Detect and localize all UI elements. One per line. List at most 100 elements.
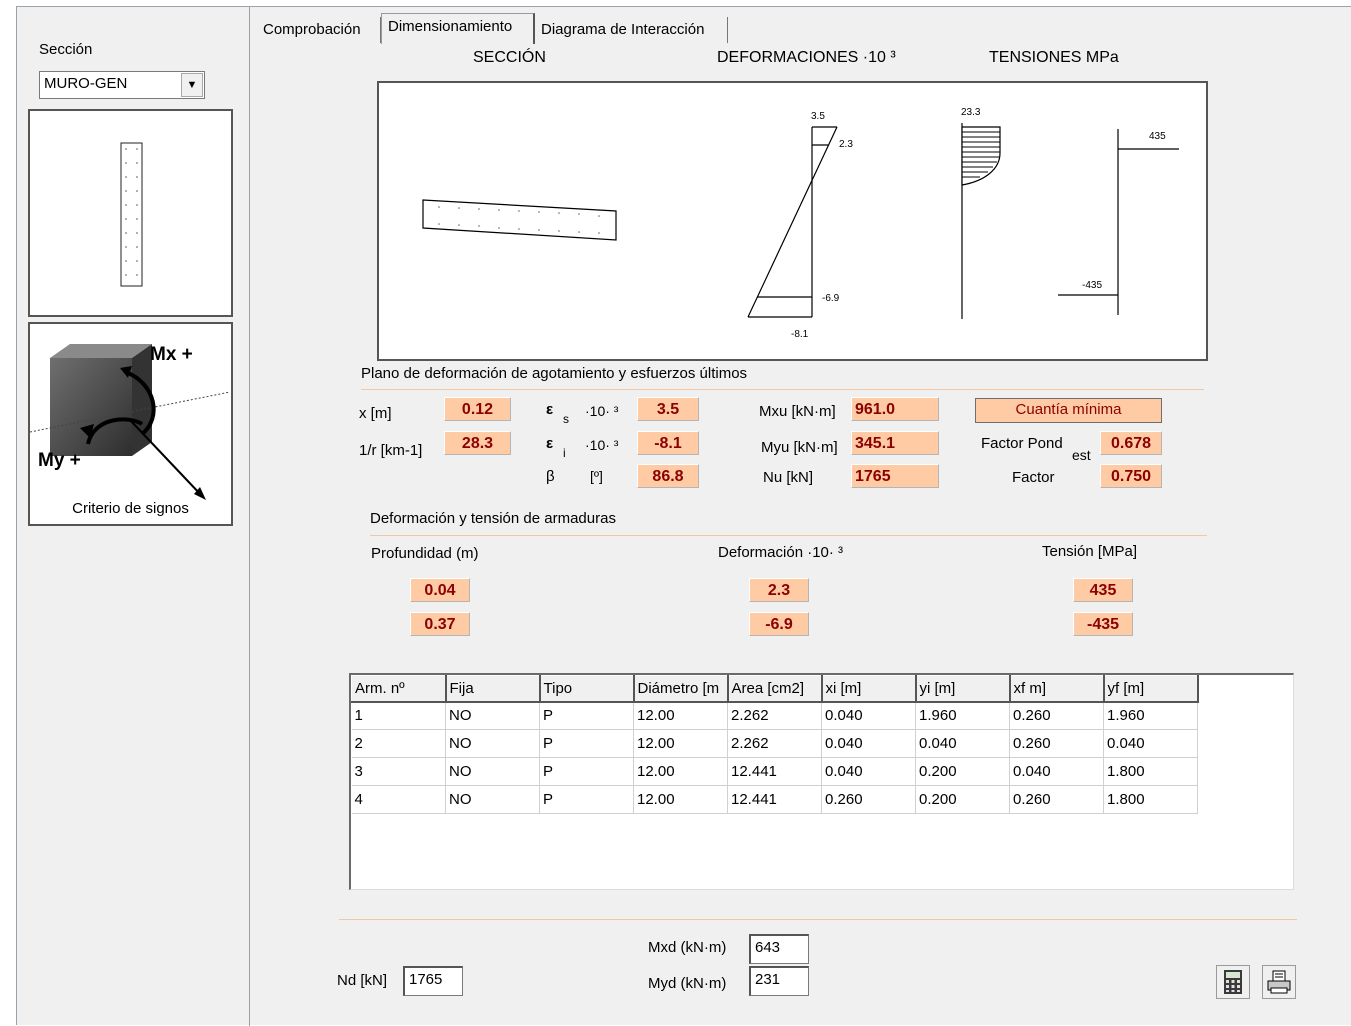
curvature-label: 1/r [km-1] xyxy=(359,442,423,459)
strains-header: DEFORMACIONES ·10 ³ xyxy=(717,49,896,66)
table-cell[interactable]: 12.00 xyxy=(633,757,728,786)
main-window: Sección MURO-GEN ▼ Mx + My + Criterio de… xyxy=(16,6,1351,1026)
table-row[interactable]: 2 NO P 12.00 2.262 0.040 0.040 0.260 0.0… xyxy=(351,729,1198,758)
sign-criteria-caption: Criterio de signos xyxy=(72,500,189,517)
tab-dimensionamiento[interactable]: Dimensionamiento xyxy=(381,13,535,44)
column-header[interactable]: yf [m] xyxy=(1103,675,1199,703)
table-row[interactable]: 3 NO P 12.00 12.441 0.040 0.200 0.040 1.… xyxy=(351,757,1198,786)
steel-stress-neg-label: -435 xyxy=(1082,280,1102,291)
table-cell[interactable]: 2.262 xyxy=(727,701,822,730)
strain-bar-top-label: 2.3 xyxy=(839,139,853,150)
table-cell[interactable]: 0.260 xyxy=(1009,729,1104,758)
nd-input[interactable]: 1765 xyxy=(403,966,463,996)
mx-axis-label: Mx + xyxy=(150,344,193,365)
myd-input[interactable]: 231 xyxy=(749,966,809,996)
eps-s-unit: ·10· ³ xyxy=(585,403,619,419)
table-cell[interactable]: P xyxy=(539,757,634,786)
column-header[interactable]: Diámetro [m xyxy=(633,675,729,703)
table-cell[interactable]: 0.200 xyxy=(915,785,1010,814)
table-cell[interactable]: 0.040 xyxy=(915,729,1010,758)
column-header[interactable]: Area [cm2] xyxy=(727,675,823,703)
column-header[interactable]: xf m] xyxy=(1009,675,1105,703)
eps-i-value: -8.1 xyxy=(637,431,699,455)
mxd-label: Mxd (kN·m) xyxy=(648,939,727,956)
rebar-strain-1: 2.3 xyxy=(749,578,809,602)
column-header[interactable]: Arm. nº xyxy=(351,675,447,703)
table-cell[interactable]: 2 xyxy=(351,729,446,758)
calculator-icon[interactable] xyxy=(1216,965,1250,999)
table-cell[interactable]: 12.00 xyxy=(633,701,728,730)
table-cell[interactable]: 12.441 xyxy=(727,785,822,814)
table-row[interactable]: 4 NO P 12.00 12.441 0.260 0.200 0.260 1.… xyxy=(351,785,1198,814)
printer-icon[interactable] xyxy=(1262,965,1296,999)
loads-separator xyxy=(339,919,1297,920)
table-cell[interactable]: NO xyxy=(445,757,540,786)
nd-label: Nd [kN] xyxy=(337,972,388,989)
table-cell[interactable]: 2.262 xyxy=(727,729,822,758)
myd-label: Myd (kN·m) xyxy=(648,975,727,992)
concrete-stress-label: 23.3 xyxy=(961,107,981,118)
chevron-down-icon[interactable]: ▼ xyxy=(181,73,203,97)
table-header-row: Arm. nº Fija Tipo Diámetro [m Area [cm2]… xyxy=(351,675,1199,703)
x-label: x [m] xyxy=(359,405,392,422)
table-cell[interactable]: 12.00 xyxy=(633,729,728,758)
table-cell[interactable]: 0.260 xyxy=(821,785,916,814)
column-header[interactable]: Fija xyxy=(445,675,541,703)
table-cell[interactable]: NO xyxy=(445,701,540,730)
column-header[interactable]: xi [m] xyxy=(821,675,917,703)
rebar-title: Deformación y tensión de armaduras xyxy=(370,510,616,527)
table-cell[interactable]: P xyxy=(539,785,634,814)
table-cell[interactable]: 1 xyxy=(351,701,446,730)
table-cell[interactable]: P xyxy=(539,729,634,758)
table-cell[interactable]: 12.00 xyxy=(633,785,728,814)
section-select-value: MURO-GEN xyxy=(44,75,128,92)
steel-stress-pos-label: 435 xyxy=(1149,131,1166,142)
eps-i-unit: ·10· ³ xyxy=(585,437,619,453)
myu-label: Myu [kN·m] xyxy=(761,439,838,456)
beta-value: 86.8 xyxy=(637,464,699,488)
table-cell[interactable]: P xyxy=(539,701,634,730)
my-axis-label: My + xyxy=(38,450,81,471)
table-cell[interactable]: NO xyxy=(445,729,540,758)
column-header[interactable]: yi [m] xyxy=(915,675,1011,703)
minimum-ratio-button[interactable]: Cuantía mínima xyxy=(975,398,1162,423)
section-select[interactable]: MURO-GEN ▼ xyxy=(39,71,205,99)
table-cell[interactable]: 0.040 xyxy=(1103,729,1198,758)
table-cell[interactable]: 12.441 xyxy=(727,757,822,786)
mxu-label: Mxu [kN·m] xyxy=(759,403,836,420)
rebar-table[interactable]: Arm. nº Fija Tipo Diámetro [m Area [cm2]… xyxy=(349,673,1294,890)
sign-criteria-drawing: Mx + My + xyxy=(29,344,231,500)
table-cell[interactable]: 4 xyxy=(351,785,446,814)
tab-comprobacion[interactable]: Comprobación xyxy=(257,17,381,43)
table-cell[interactable]: 0.040 xyxy=(821,757,916,786)
eps-s-value: 3.5 xyxy=(637,397,699,421)
rebar-stress-1: 435 xyxy=(1073,578,1133,602)
left-panel: Sección MURO-GEN ▼ Mx + My + Criterio de… xyxy=(17,7,250,1026)
beta-unit: [º] xyxy=(590,468,603,484)
table-cell[interactable]: NO xyxy=(445,785,540,814)
tab-diagrama-interaccion[interactable]: Diagrama de Interacción xyxy=(535,17,728,43)
factor-pond-label: Factor Pond xyxy=(981,435,1063,452)
strain-top-label: 3.5 xyxy=(811,111,825,122)
table-cell[interactable]: 0.260 xyxy=(1009,785,1104,814)
table-cell[interactable]: 0.040 xyxy=(821,701,916,730)
table-cell[interactable]: 1.800 xyxy=(1103,757,1198,786)
depth-header: Profundidad (m) xyxy=(371,545,479,562)
table-cell[interactable]: 1.960 xyxy=(915,701,1010,730)
table-cell[interactable]: 0.040 xyxy=(821,729,916,758)
steel-stress-diagram xyxy=(1058,129,1179,315)
curvature-value: 28.3 xyxy=(444,431,511,455)
table-cell[interactable]: 0.200 xyxy=(915,757,1010,786)
mxd-input[interactable]: 643 xyxy=(749,934,809,964)
rebar-separator xyxy=(370,535,1207,536)
table-cell[interactable]: 1.960 xyxy=(1103,701,1198,730)
table-cell[interactable]: 0.040 xyxy=(1009,757,1104,786)
table-cell[interactable]: 1.800 xyxy=(1103,785,1198,814)
rebar-depth-1: 0.04 xyxy=(410,578,470,602)
table-cell[interactable]: 0.260 xyxy=(1009,701,1104,730)
section-preview-drawing xyxy=(120,142,143,287)
table-row[interactable]: 1 NO P 12.00 2.262 0.040 1.960 0.260 1.9… xyxy=(351,701,1198,730)
deformation-diagram-svg: 3.5 2.3 -6.9 -8.1 23.3 435 -435 xyxy=(422,107,1179,340)
column-header[interactable]: Tipo xyxy=(539,675,635,703)
table-cell[interactable]: 3 xyxy=(351,757,446,786)
